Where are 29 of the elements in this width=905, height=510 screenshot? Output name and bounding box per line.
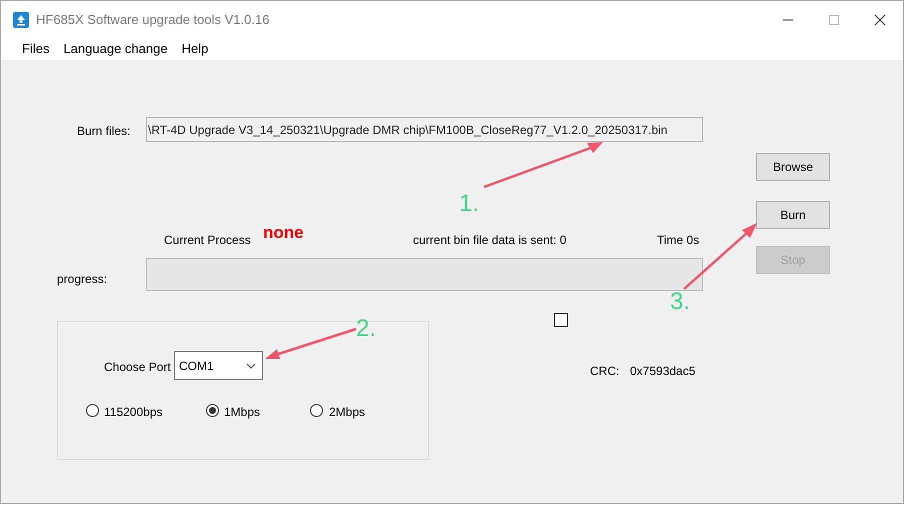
action-button[interactable]: Browse xyxy=(756,153,830,181)
file-path-field[interactable]: \RT-4D Upgrade V3_14_250321\Upgrade DMR chip\FM100B_CloseReg77_V1.2.0_20250317.bin xyxy=(146,117,703,142)
burn-files-label: Burn files: xyxy=(77,123,130,140)
crc-label: CRC: xyxy=(590,363,620,380)
radio-label: 1Mbps xyxy=(224,404,260,421)
radio-button[interactable] xyxy=(86,404,99,417)
process-status: none xyxy=(263,222,304,244)
port-dropdown[interactable]: COM1 xyxy=(174,351,263,380)
data-sent-label: current bin file data is sent: 0 xyxy=(413,232,566,249)
window-title: HF685X Software upgrade tools V1.0.16 xyxy=(36,10,270,29)
chevron-down-icon xyxy=(246,362,256,368)
radio-label: 115200bps xyxy=(104,404,162,421)
menu-item[interactable]: Help xyxy=(174,39,216,59)
step-number: 1. xyxy=(459,192,480,216)
radio-label: 2Mbps xyxy=(329,404,366,421)
current-process-label: Current Process xyxy=(164,232,251,249)
menu-item[interactable]: Files xyxy=(15,39,56,59)
menu-item[interactable]: Language change xyxy=(56,39,175,59)
radio-button[interactable] xyxy=(310,404,323,417)
step-number: 3. xyxy=(670,290,690,314)
port-label: Choose Port xyxy=(104,359,171,376)
app-icon xyxy=(13,12,29,28)
progress-label: progress: xyxy=(57,271,108,288)
radio-button[interactable] xyxy=(206,404,219,417)
step-number: 2. xyxy=(356,317,376,341)
time-label: Time 0s xyxy=(657,232,700,249)
action-button[interactable]: Burn xyxy=(756,201,830,229)
checkbox[interactable] xyxy=(554,313,568,327)
crc-value: 0x7593dac5 xyxy=(630,363,696,380)
